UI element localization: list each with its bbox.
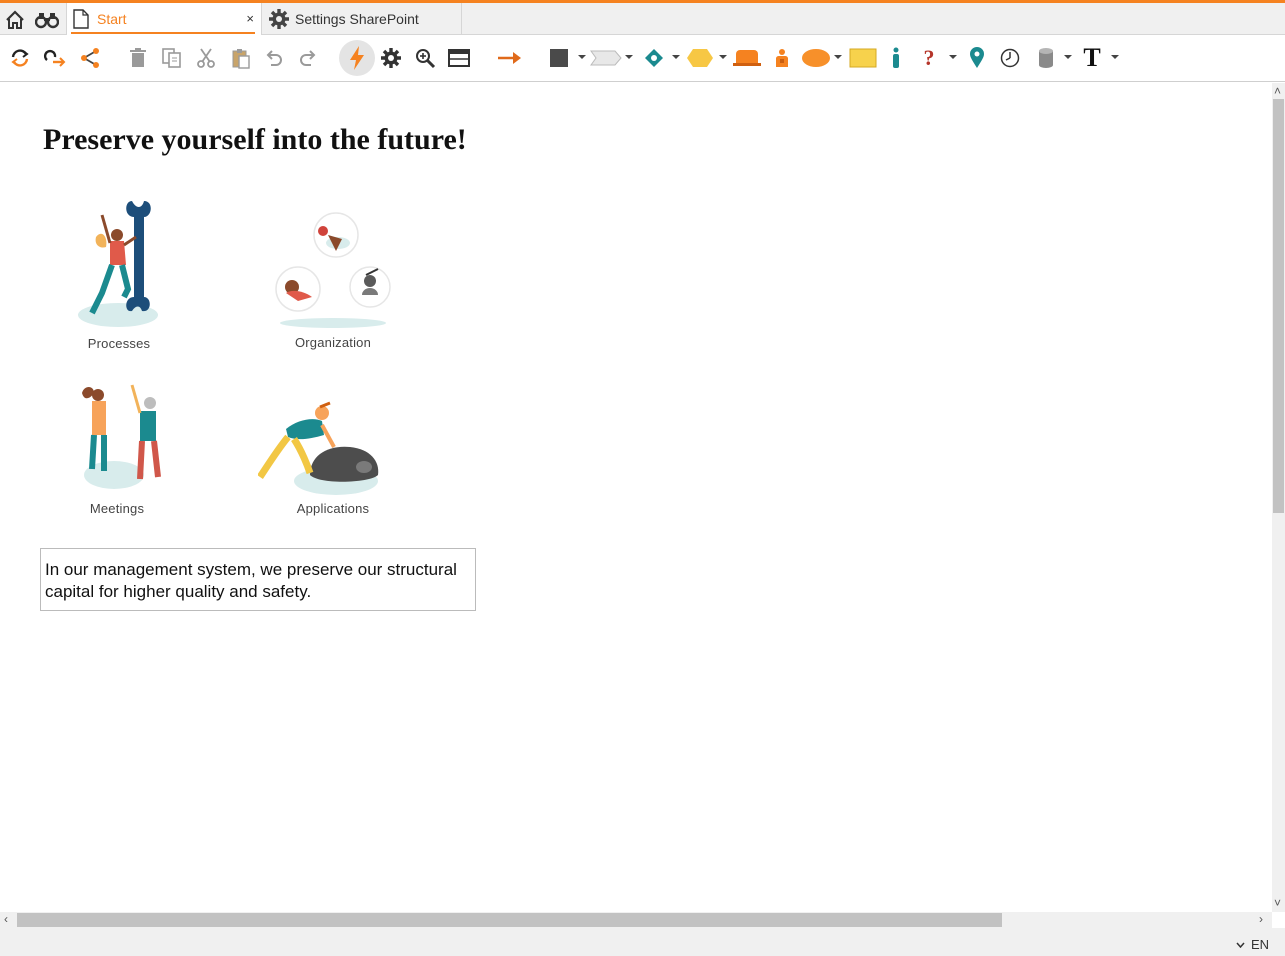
user-shape-icon[interactable] <box>888 44 904 72</box>
app-window: Start × Settings SharePoint ? T Preserve… <box>0 0 1285 956</box>
close-icon[interactable]: × <box>246 11 254 26</box>
binoculars-icon[interactable] <box>34 7 60 33</box>
tile-meetings[interactable]: Meetings <box>42 379 192 539</box>
tile-applications[interactable]: Applications <box>258 379 408 539</box>
scroll-up-arrow[interactable]: ˄ <box>1274 85 1281 97</box>
note-shape-icon[interactable] <box>848 44 878 72</box>
chevron-down-icon <box>1236 942 1245 948</box>
question-shape-icon[interactable]: ? <box>918 44 940 72</box>
tile-organization[interactable]: Organization <box>258 193 408 353</box>
diamond-shape-icon[interactable] <box>642 44 666 72</box>
home-icon[interactable] <box>2 7 28 33</box>
hexagon-shape-icon[interactable] <box>686 44 714 72</box>
toolbar: ? T <box>0 36 1285 82</box>
vertical-scrollbar[interactable]: ˄ ˅ <box>1272 83 1285 912</box>
rectangle-shape-icon[interactable] <box>548 44 570 72</box>
role-shape-icon[interactable] <box>732 44 762 72</box>
redo-icon[interactable] <box>296 44 320 72</box>
description-textbox[interactable]: In our management system, we preserve ou… <box>40 548 476 611</box>
database-icon[interactable] <box>1036 44 1056 72</box>
tile-caption: Organization <box>294 335 372 350</box>
chevron-down-icon[interactable] <box>1111 55 1119 59</box>
delete-icon[interactable] <box>127 44 149 72</box>
clock-icon[interactable] <box>999 44 1021 72</box>
tile-caption: Processes <box>87 336 151 351</box>
chevron-down-icon[interactable] <box>1064 55 1072 59</box>
window-icon[interactable] <box>447 44 471 72</box>
meetings-illustration <box>82 384 161 489</box>
language-selector[interactable]: EN <box>1236 937 1269 952</box>
diagram-canvas[interactable]: Preserve yourself into the future! Proce… <box>0 83 1272 912</box>
tab-start[interactable]: Start × <box>66 3 262 35</box>
share-icon[interactable] <box>78 44 102 72</box>
tab-start-label: Start <box>97 11 127 27</box>
redo-step-icon[interactable] <box>42 44 68 72</box>
chevron-down-icon[interactable] <box>949 55 957 59</box>
gear-icon[interactable] <box>379 44 403 72</box>
cut-icon[interactable] <box>194 44 218 72</box>
active-tab-indicator <box>71 32 255 34</box>
chevron-down-icon[interactable] <box>672 55 680 59</box>
tab-settings-sharepoint[interactable]: Settings SharePoint <box>264 3 462 35</box>
page-title: Preserve yourself into the future! <box>43 123 467 156</box>
tile-caption: Applications <box>296 501 370 516</box>
processes-illustration <box>78 201 158 327</box>
gear-icon <box>268 8 290 33</box>
horizontal-scroll-thumb[interactable] <box>17 913 1002 927</box>
applications-illustration <box>258 401 379 495</box>
tile-processes[interactable]: Processes <box>44 193 194 353</box>
tab-bar: Start × Settings SharePoint <box>0 3 1285 35</box>
scroll-down-arrow[interactable]: ˅ <box>1274 897 1281 909</box>
chevron-down-icon[interactable] <box>625 55 633 59</box>
chevron-shape-icon[interactable] <box>589 44 623 72</box>
chevron-down-icon[interactable] <box>834 55 842 59</box>
scroll-right-arrow[interactable]: › <box>1259 913 1263 925</box>
copy-icon[interactable] <box>160 44 184 72</box>
zoom-icon[interactable] <box>413 44 437 72</box>
organization-illustration <box>275 212 391 328</box>
undo-icon[interactable] <box>262 44 286 72</box>
status-bar: EN <box>0 928 1285 956</box>
chevron-down-icon[interactable] <box>719 55 727 59</box>
ellipse-shape-icon[interactable] <box>801 44 831 72</box>
language-label: EN <box>1250 937 1269 952</box>
vertical-scroll-thumb[interactable] <box>1273 99 1284 513</box>
person-shape-icon[interactable] <box>772 44 792 72</box>
refresh-icon[interactable] <box>8 44 32 72</box>
paste-icon[interactable] <box>229 44 253 72</box>
arrow-icon[interactable] <box>495 44 525 72</box>
scroll-left-arrow[interactable]: ‹ <box>4 913 8 925</box>
chevron-down-icon[interactable] <box>578 55 586 59</box>
lightning-icon[interactable] <box>339 40 375 76</box>
horizontal-scrollbar[interactable]: ‹ › <box>0 912 1272 928</box>
tile-caption: Meetings <box>89 501 145 516</box>
tab-settings-label: Settings SharePoint <box>295 11 419 27</box>
location-pin-icon[interactable] <box>966 44 988 72</box>
text-tool-icon[interactable]: T <box>1080 43 1104 72</box>
page-icon <box>72 9 90 32</box>
